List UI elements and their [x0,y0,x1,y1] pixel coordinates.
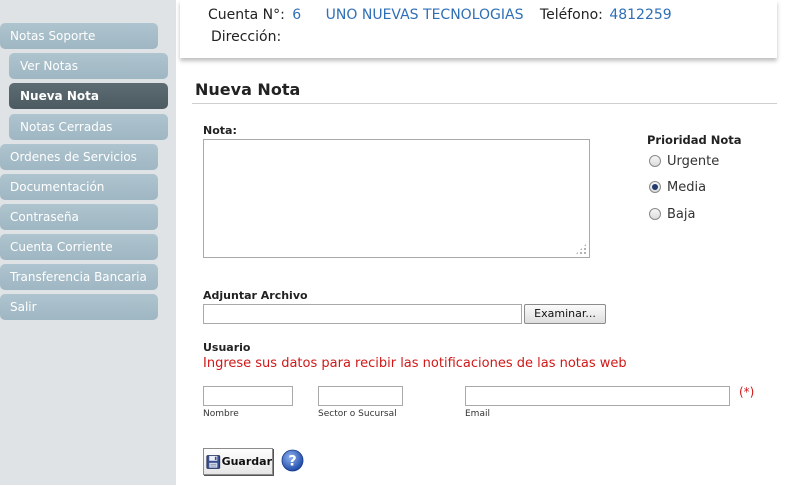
sidebar-item-label: Ver Notas [20,59,79,73]
priority-option-label: Media [667,179,707,195]
file-path-input[interactable] [203,304,522,324]
radio-icon[interactable] [649,208,661,220]
floppy-disk-icon [206,454,221,469]
account-label: Cuenta N°: [208,7,285,23]
sidebar-item-ordenes-de-servicios[interactable]: Ordenes de Servicios [0,144,158,170]
company-name: UNO NUEVAS TECNOLOGIAS [325,7,524,23]
sidebar-item-label: Documentación [10,180,105,194]
sidebar-item-label: Contraseña [10,210,79,224]
sidebar-item-label: Ordenes de Servicios [10,150,137,164]
sidebar-item-ver-notas[interactable]: Ver Notas [9,53,168,79]
sidebar-item-label: Nueva Nota [20,89,99,103]
sidebar-item-label: Transferencia Bancaria [10,270,147,284]
sidebar-item-label: Salir [10,300,37,314]
phone-label: Teléfono: [539,7,603,23]
priority-option-label: Urgente [667,153,720,169]
priority-label: Prioridad Nota [647,133,742,147]
sidebar-item-notas-soporte[interactable]: Notas Soporte [0,23,158,49]
account-number: 6 [292,7,302,23]
address-line: Dirección: [211,29,281,45]
priority-option-label: Baja [667,206,696,222]
page-title: Nueva Nota [195,80,301,99]
email-input[interactable] [465,386,730,406]
sidebar: Notas Soporte Ver Notas Nueva Nota Notas… [0,0,176,485]
account-header: Cuenta N°: 6 UNO NUEVAS TECNOLOGIAS Telé… [180,0,777,58]
nombre-label: Nombre [203,409,239,419]
account-info-line: Cuenta N°: 6 UNO NUEVAS TECNOLOGIAS Telé… [208,7,672,23]
priority-option-urgente[interactable]: Urgente [649,152,719,170]
sidebar-item-salir[interactable]: Salir [0,294,158,320]
radio-checked-icon[interactable] [649,181,661,193]
sidebar-item-contrasena[interactable]: Contraseña [0,204,158,230]
address-label: Dirección: [211,29,282,45]
attach-label: Adjuntar Archivo [203,289,308,302]
save-button[interactable]: Guardar [203,448,273,475]
sidebar-item-label: Notas Soporte [10,29,96,43]
svg-text:?: ? [288,453,296,469]
nombre-input[interactable] [203,386,293,406]
sector-input[interactable] [318,386,403,406]
nota-label: Nota: [203,124,237,137]
radio-icon[interactable] [649,155,661,167]
notification-notice: Ingrese sus datos para recibir las notif… [203,356,627,371]
title-divider [192,103,777,104]
sidebar-item-label: Cuenta Corriente [10,240,113,254]
priority-option-baja[interactable]: Baja [649,205,695,223]
sidebar-item-notas-cerradas[interactable]: Notas Cerradas [9,114,168,140]
required-marker: (*) [739,385,755,399]
nota-textarea[interactable] [203,139,590,258]
browse-button[interactable]: Examinar... [524,304,606,324]
sidebar-item-label: Notas Cerradas [20,120,113,134]
phone-number: 4812259 [609,7,672,23]
sidebar-item-transferencia-bancaria[interactable]: Transferencia Bancaria [0,264,158,290]
sidebar-item-cuenta-corriente[interactable]: Cuenta Corriente [0,234,158,260]
user-section-label: Usuario [203,341,251,354]
email-label: Email [465,409,490,419]
sidebar-item-nueva-nota[interactable]: Nueva Nota [9,83,168,109]
priority-option-media[interactable]: Media [649,178,706,196]
save-button-label: Guardar [221,455,272,468]
sidebar-item-documentacion[interactable]: Documentación [0,174,158,200]
help-question-icon[interactable]: ? [281,449,304,472]
sector-label: Sector o Sucursal [318,409,397,419]
